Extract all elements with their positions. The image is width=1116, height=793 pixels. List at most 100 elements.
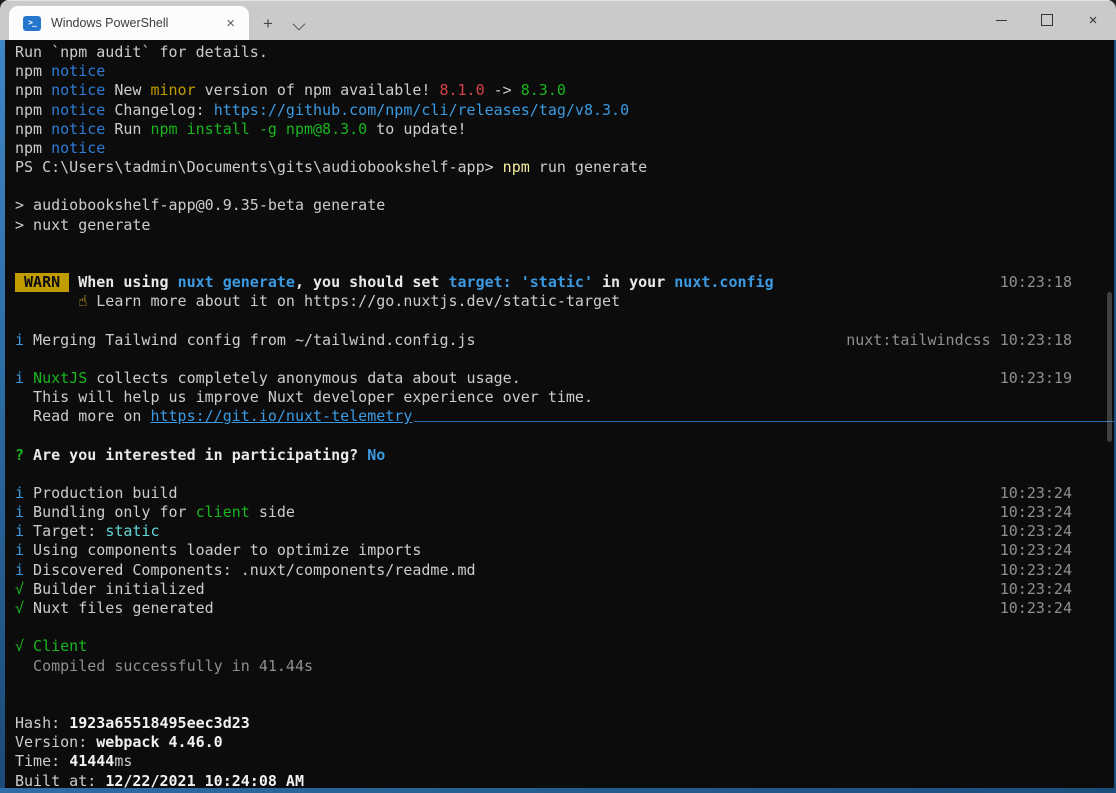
tab-dropdown-button[interactable] (285, 21, 312, 40)
terminal-text-segment: Bundling only for (24, 503, 196, 522)
terminal-line: Version: webpack 4.46.0 (15, 733, 1114, 752)
terminal-line: i Production build10:23:24 (15, 484, 1114, 503)
terminal-text-segment: ? (15, 446, 24, 465)
terminal-text-segment: 41444 (69, 752, 114, 771)
close-icon: × (1089, 13, 1098, 28)
tab-windows-powershell[interactable]: >_ Windows PowerShell × (9, 6, 249, 40)
close-button[interactable]: × (1070, 1, 1116, 39)
terminal-text-segment: 8.1.0 (439, 81, 484, 100)
terminal-line (15, 177, 1114, 196)
tab-bar: >_ Windows PowerShell × + × (0, 0, 1116, 40)
chevron-down-icon (292, 18, 305, 31)
terminal-link[interactable]: https://git.io/nuxt-telemetry (150, 407, 412, 426)
terminal-line: ☝ Learn more about it on https://go.nuxt… (15, 292, 1114, 311)
terminal-text-segment: NuxtJS (33, 369, 87, 388)
terminal-line: i Merging Tailwind config from ~/tailwin… (15, 331, 1114, 350)
terminal-text-segment: This will help us improve Nuxt developer… (15, 388, 593, 407)
terminal-text-segment: npm (15, 101, 51, 120)
terminal-line: i Bundling only for client side10:23:24 (15, 503, 1114, 522)
terminal-line: i NuxtJS collects completely anonymous d… (15, 369, 1114, 388)
tab-close-icon[interactable]: × (220, 14, 241, 33)
terminal-output[interactable]: Run `npm audit` for details.npm noticenp… (5, 40, 1114, 788)
terminal-line: npm notice Changelog: https://github.com… (15, 101, 1114, 120)
terminal-text-segment: notice (51, 62, 105, 81)
terminal-text-segment: √ (15, 580, 24, 599)
timestamp: 10:23:24 (1000, 522, 1114, 541)
powershell-icon-glyph: >_ (28, 19, 36, 27)
terminal-text-segment: When using (69, 273, 177, 292)
warn-badge: WARN (15, 273, 69, 292)
window-edge-bottom (0, 788, 1116, 793)
terminal-line: npm notice Run npm install -g npm@8.3.0 … (15, 120, 1114, 139)
terminal-text-segment: npm (15, 62, 51, 81)
timestamp: 10:23:24 (1000, 561, 1114, 580)
terminal-line: npm notice (15, 139, 1114, 158)
terminal-line: √ Builder initialized10:23:24 (15, 580, 1114, 599)
terminal-line: Built at: 12/22/2021 10:24:08 AM (15, 772, 1114, 788)
terminal-text-segment: side (250, 503, 295, 522)
terminal-text-segment: to update! (367, 120, 466, 139)
terminal-text-segment: npm (15, 120, 51, 139)
terminal-text-segment: Are you interested in participating? (24, 446, 367, 465)
terminal-text-segment: i (15, 522, 24, 541)
terminal-text-segment: npm install -g npm@8.3.0 (150, 120, 367, 139)
terminal-text-segment: No (367, 446, 385, 465)
terminal-line: i Discovered Components: .nuxt/component… (15, 561, 1114, 580)
terminal-text-segment: in your (593, 273, 674, 292)
terminal-text-segment: , you should set (295, 273, 449, 292)
terminal-line: This will help us improve Nuxt developer… (15, 388, 1114, 407)
tab-title: Windows PowerShell (51, 16, 220, 30)
terminal-text-segment: notice (51, 139, 105, 158)
terminal-text-segment: Using components loader to optimize impo… (24, 541, 421, 560)
terminal-line (15, 465, 1114, 484)
terminal-text-segment: nuxt.config (674, 273, 773, 292)
terminal-line: > audiobookshelf-app@0.9.35-beta generat… (15, 196, 1114, 215)
terminal-text-segment: npm (15, 139, 51, 158)
terminal-line: PS C:\Users\tadmin\Documents\gits\audiob… (15, 158, 1114, 177)
terminal-text-segment (24, 369, 33, 388)
terminal-text-segment: i (15, 484, 24, 503)
timestamp: 10:23:24 (1000, 503, 1114, 522)
terminal-text-segment: Run `npm audit` for details. (15, 43, 268, 62)
terminal-line: > nuxt generate (15, 216, 1114, 235)
pointing-hand-icon: ☝ (78, 292, 87, 311)
terminal-line: √ Client (15, 637, 1114, 656)
terminal-line: WARN When using nuxt generate, you shoul… (15, 273, 1114, 292)
new-tab-button[interactable]: + (249, 15, 285, 40)
terminal-text-segment: 12/22/2021 10:24:08 AM (105, 772, 304, 788)
maximize-button[interactable] (1024, 1, 1070, 39)
terminal-link[interactable]: https://github.com/npm/cli/releases/tag/… (214, 101, 629, 120)
terminal-text-segment: Changelog: (105, 101, 213, 120)
scrollbar-thumb[interactable] (1107, 292, 1112, 442)
terminal-line: i Using components loader to optimize im… (15, 541, 1114, 560)
terminal-text-segment: Version: (15, 733, 96, 752)
terminal-text-segment (15, 292, 78, 311)
terminal-text-segment: √ Client (15, 637, 87, 656)
terminal-text-segment: Production build (24, 484, 178, 503)
terminal-text-segment: Target: (24, 522, 105, 541)
terminal-text-segment: npm (15, 81, 51, 100)
terminal-line (15, 350, 1114, 369)
terminal-line (15, 311, 1114, 330)
terminal-text-segment: Nuxt files generated (24, 599, 214, 618)
terminal-line: Compiled successfully in 41.44s (15, 657, 1114, 676)
terminal-text-segment: > nuxt generate (15, 216, 150, 235)
terminal-line: ? Are you interested in participating? N… (15, 446, 1114, 465)
terminal-text-segment: collects completely anonymous data about… (87, 369, 520, 388)
terminal-line: Run `npm audit` for details. (15, 43, 1114, 62)
terminal-line (15, 618, 1114, 637)
terminal-text-segment: notice (51, 120, 105, 139)
minimize-button[interactable] (978, 1, 1024, 39)
terminal-text-segment: Time: (15, 752, 69, 771)
timestamp: 10:23:18 (1000, 273, 1114, 292)
terminal-text-segment: i (15, 541, 24, 560)
terminal-text-segment: notice (51, 81, 105, 100)
terminal-text-segment: run generate (530, 158, 647, 177)
terminal-text-segment: Compiled successfully in 41.44s (15, 657, 313, 676)
terminal-text-segment: Discovered Components: .nuxt/components/… (24, 561, 476, 580)
terminal-text-segment: target: 'static' (449, 273, 594, 292)
terminal-line (15, 695, 1114, 714)
terminal-line: Read more on https://git.io/nuxt-telemet… (15, 407, 1114, 426)
minimize-icon (996, 20, 1007, 21)
terminal-text-segment: Builder initialized (24, 580, 205, 599)
